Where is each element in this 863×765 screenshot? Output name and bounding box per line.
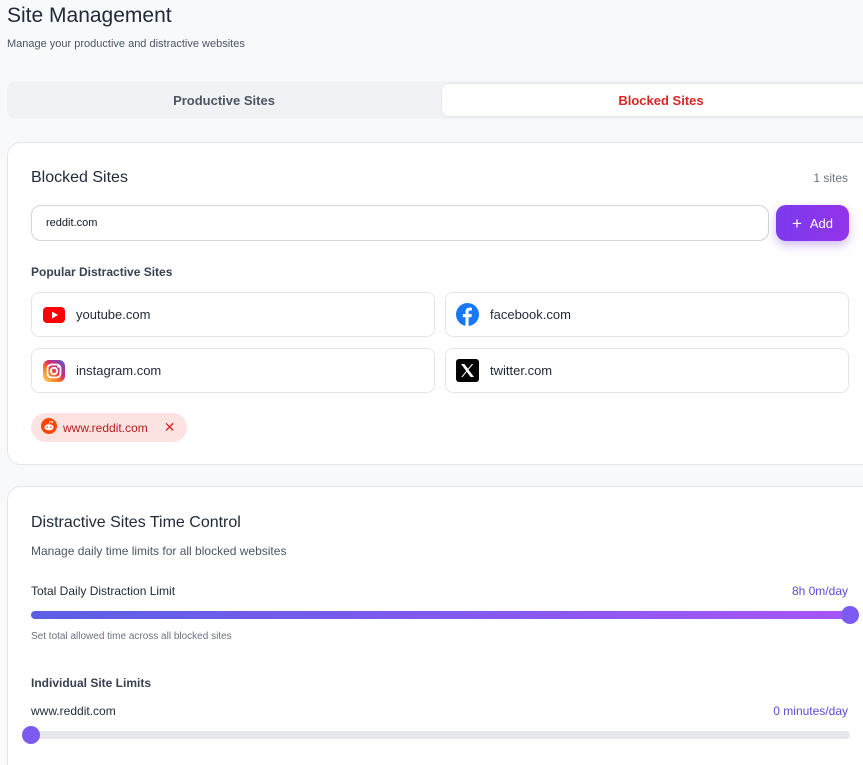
blocked-site-chip: www.reddit.com ✕ [31, 413, 187, 442]
site-limit-name: www.reddit.com [31, 704, 116, 718]
tab-blocked-sites[interactable]: Blocked Sites [441, 83, 863, 117]
add-site-button[interactable]: + Add [776, 205, 849, 241]
blocked-sites-card: Blocked Sites 1 sites + Add Popular Dist… [7, 142, 863, 465]
page-subtitle: Manage your productive and distractive w… [7, 38, 245, 50]
remove-chip-icon[interactable]: ✕ [164, 419, 176, 436]
site-limit-thumb[interactable] [22, 726, 40, 744]
site-input[interactable] [31, 205, 769, 241]
x-twitter-icon [456, 359, 479, 382]
chip-label: www.reddit.com [63, 420, 148, 435]
total-limit-fill [31, 611, 850, 619]
popular-sites-label: Popular Distractive Sites [31, 265, 173, 279]
total-limit-slider[interactable] [31, 606, 859, 624]
site-limit-slider[interactable] [22, 726, 850, 744]
popular-site-twitter[interactable]: twitter.com [445, 348, 849, 393]
facebook-icon [456, 303, 479, 326]
plus-icon: + [791, 213, 802, 233]
instagram-icon [42, 359, 65, 382]
time-control-title: Distractive Sites Time Control [31, 514, 241, 531]
popular-site-facebook[interactable]: facebook.com [445, 292, 849, 337]
tab-bar: Productive Sites Blocked Sites [7, 81, 863, 119]
popular-site-label: facebook.com [490, 307, 571, 322]
total-limit-hint: Set total allowed time across all blocke… [31, 631, 232, 642]
popular-site-label: instagram.com [76, 363, 162, 378]
site-limit-value: 0 minutes/day [773, 704, 848, 718]
individual-limits-label: Individual Site Limits [31, 676, 152, 690]
popular-site-instagram[interactable]: instagram.com [31, 348, 435, 393]
page-title: Site Management [7, 4, 172, 27]
popular-site-youtube[interactable]: youtube.com [31, 292, 435, 337]
youtube-icon [42, 303, 65, 326]
popular-site-label: twitter.com [490, 363, 553, 378]
total-limit-thumb[interactable] [841, 606, 859, 624]
total-limit-value: 8h 0m/day [791, 584, 848, 598]
blocked-sites-title: Blocked Sites [31, 169, 128, 186]
time-control-description: Manage daily time limits for all blocked… [31, 544, 287, 558]
tab-productive-sites[interactable]: Productive Sites [7, 81, 441, 119]
total-limit-label: Total Daily Distraction Limit [31, 584, 176, 598]
add-button-label: Add [809, 215, 834, 231]
time-control-card: Distractive Sites Time Control Manage da… [7, 486, 863, 765]
reddit-icon [41, 418, 57, 437]
popular-site-label: youtube.com [76, 307, 151, 322]
blocked-count: 1 sites [813, 171, 848, 185]
